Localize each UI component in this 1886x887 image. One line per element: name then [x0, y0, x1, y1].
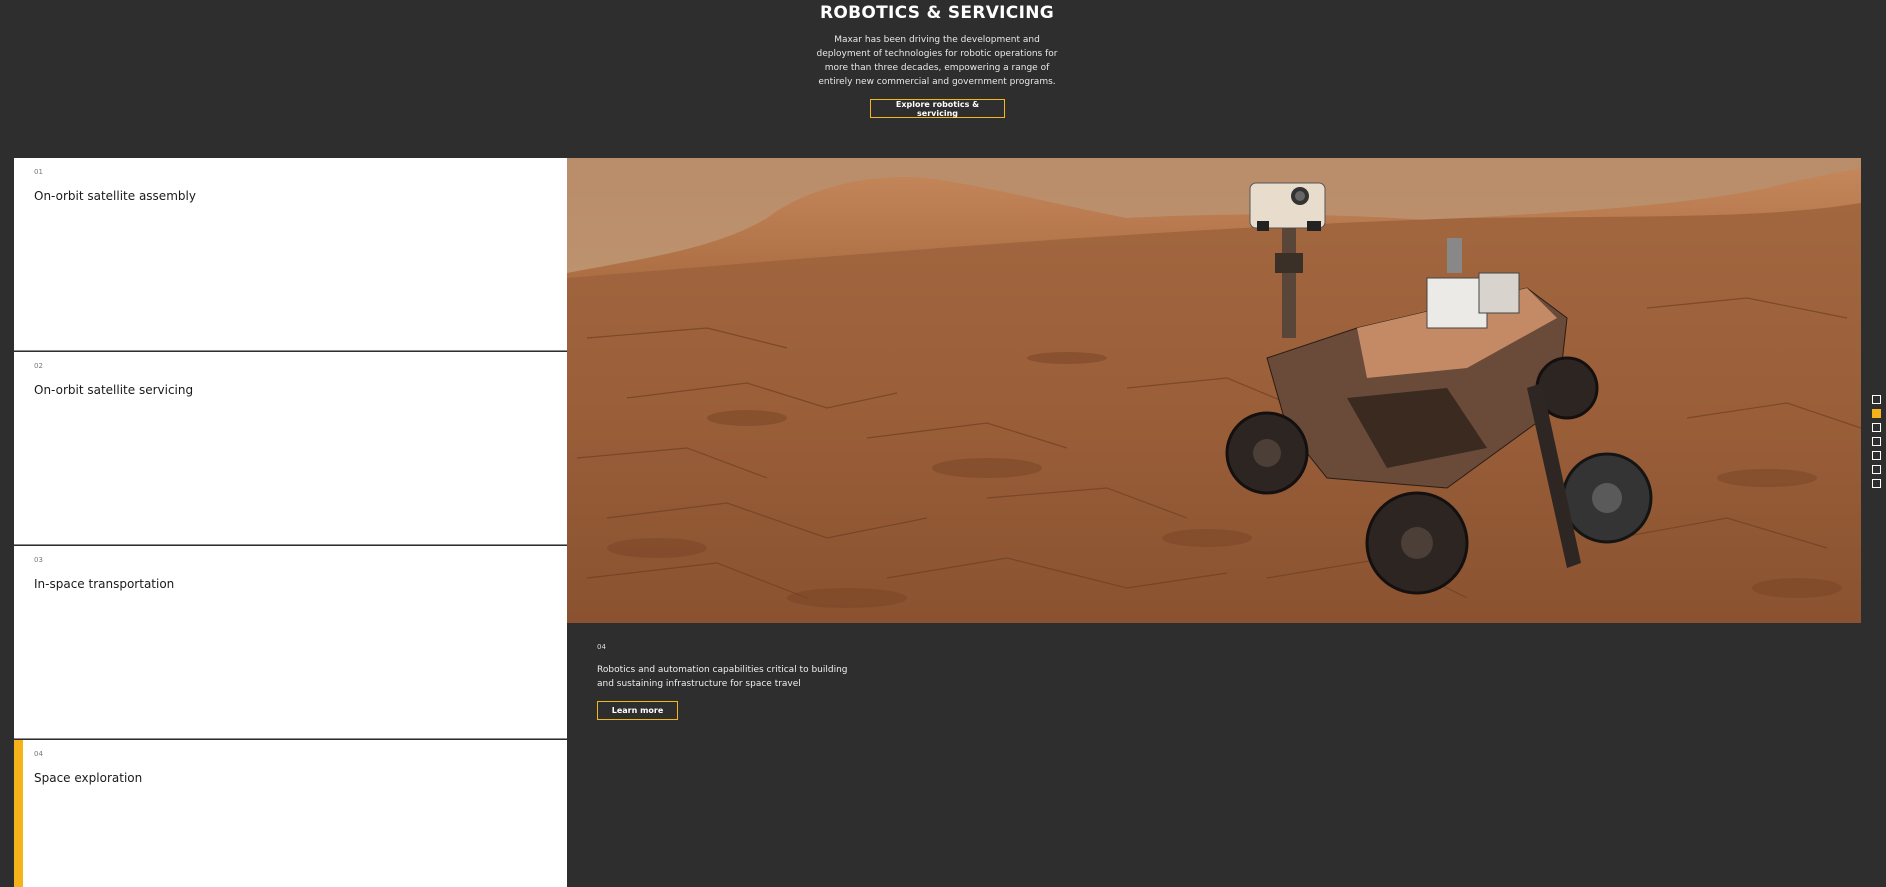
- nav-dot[interactable]: [1872, 451, 1881, 460]
- card-title: On-orbit satellite servicing: [34, 383, 194, 397]
- card-number: 01: [34, 168, 43, 176]
- card-number: 03: [34, 556, 43, 564]
- panel-number: 04: [597, 643, 606, 651]
- card-title: Space exploration: [34, 771, 143, 785]
- active-indicator: [14, 740, 23, 887]
- card-space-exploration[interactable]: 04 Space exploration: [14, 740, 567, 887]
- nav-dot[interactable]: [1872, 465, 1881, 474]
- section-nav-dots: [1872, 395, 1881, 493]
- hero-section: ROBOTICS & SERVICING Maxar has been driv…: [0, 0, 1886, 158]
- nav-dot[interactable]: [1872, 479, 1881, 488]
- explore-robotics-button[interactable]: Explore robotics & servicing: [870, 99, 1005, 118]
- card-in-space-transportation[interactable]: 03 In-space transportation: [14, 546, 567, 739]
- card-on-orbit-assembly[interactable]: 01 On-orbit satellite assembly: [14, 158, 567, 351]
- card-title: In-space transportation: [34, 577, 175, 591]
- detail-panel: 04 Robotics and automation capabilities …: [567, 158, 1861, 887]
- nav-dot[interactable]: [1872, 423, 1881, 432]
- nav-dot[interactable]: [1872, 395, 1881, 404]
- capability-list: 01 On-orbit satellite assembly 02 On-orb…: [14, 158, 567, 887]
- learn-more-button[interactable]: Learn more: [597, 701, 678, 720]
- card-number: 04: [34, 750, 43, 758]
- nav-dot[interactable]: [1872, 437, 1881, 446]
- card-number: 02: [34, 362, 43, 370]
- section-title: ROBOTICS & SERVICING: [820, 3, 1054, 23]
- card-on-orbit-servicing[interactable]: 02 On-orbit satellite servicing: [14, 352, 567, 545]
- section-description: Maxar has been driving the development a…: [816, 35, 1058, 87]
- card-title: On-orbit satellite assembly: [34, 189, 196, 203]
- panel-description: Robotics and automation capabilities cri…: [597, 665, 848, 689]
- nav-dot-active[interactable]: [1872, 409, 1881, 418]
- mars-rover-photo: [567, 158, 1861, 623]
